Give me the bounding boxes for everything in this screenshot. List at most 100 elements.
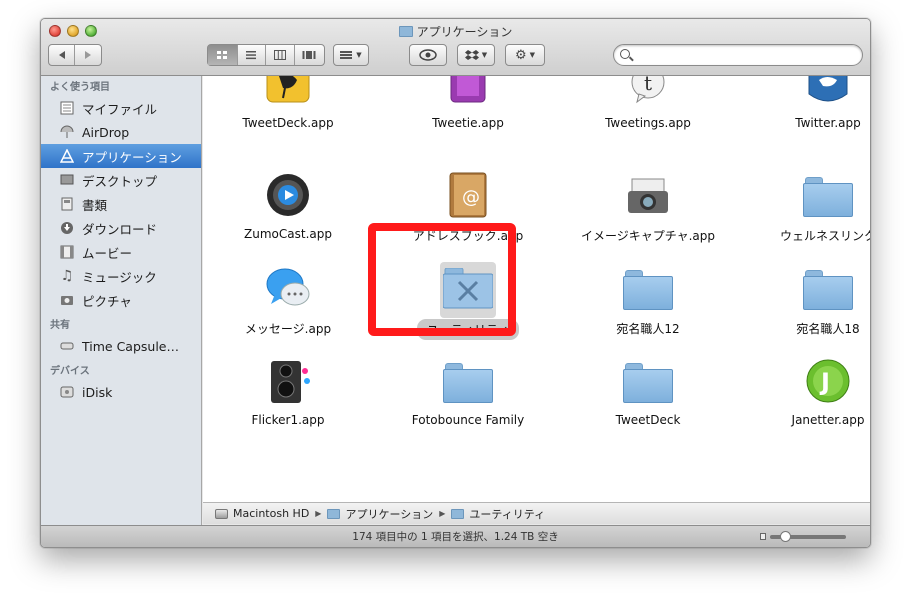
eye-icon <box>419 49 437 61</box>
file-item[interactable]: Twitter.app <box>743 76 870 166</box>
file-label: TweetDeck <box>615 413 681 427</box>
path-segment[interactable]: ユーティリティ <box>451 506 545 522</box>
sidebar-section-header: デバイス <box>50 366 90 377</box>
sidebar-item-label: マイファイル <box>82 101 158 117</box>
sidebar-item-label: ムービー <box>82 245 133 261</box>
dropbox-icon <box>464 50 479 60</box>
sidebar-item-airdrop[interactable]: AirDrop <box>41 120 201 144</box>
file-item[interactable]: 宛名職人18 <box>743 264 870 354</box>
arrange-button[interactable]: ▼ <box>333 44 369 66</box>
search-input[interactable] <box>636 47 856 63</box>
file-item[interactable]: Fotobounce Family <box>383 357 553 447</box>
sidebar-section-header: 共有 <box>50 320 70 331</box>
path-segment-label: ユーティリティ <box>469 507 546 521</box>
icon-size-slider[interactable] <box>760 531 846 542</box>
twitter-app-icon <box>805 76 851 109</box>
sidebar-item-label: ミュージック <box>82 269 157 285</box>
dropbox-button[interactable]: ▼ <box>457 44 495 66</box>
time-capsule-icon <box>59 338 75 354</box>
file-item[interactable]: イメージキャプチャ.app <box>563 171 733 261</box>
folder-icon <box>451 508 465 519</box>
movies-icon <box>59 244 75 260</box>
file-item[interactable]: TweetDeck <box>563 357 733 447</box>
applications-icon <box>59 148 75 164</box>
arrange-icon <box>340 51 353 59</box>
sidebar-item-label: iDisk <box>82 384 113 400</box>
file-label: TweetDeck.app <box>242 116 334 130</box>
sidebar-item-applications[interactable]: アプリケーション <box>41 144 201 168</box>
file-item[interactable]: ZumoCast.app <box>203 171 373 261</box>
downloads-icon <box>59 220 75 236</box>
forward-button[interactable] <box>75 45 101 65</box>
sidebar-item-my-files[interactable]: マイファイル <box>41 96 201 120</box>
file-item[interactable]: 宛名職人12 <box>563 264 733 354</box>
file-label: Fotobounce Family <box>411 413 525 427</box>
file-item[interactable]: Tweetie.app <box>383 76 553 166</box>
file-label: Tweetings.app <box>605 116 691 130</box>
search-field[interactable] <box>613 44 863 66</box>
column-view-icon <box>273 50 286 60</box>
path-segment[interactable]: アプリケーション <box>327 506 433 522</box>
file-item[interactable]: メッセージ.app <box>203 264 373 354</box>
sidebar-item-label: AirDrop <box>82 124 130 140</box>
sidebar-item-label: Time Capsule… <box>82 338 179 354</box>
sidebar-item-label: アプリケーション <box>82 149 182 165</box>
chevron-down-icon: ▼ <box>356 51 362 59</box>
coverflow-view-button[interactable] <box>295 45 324 65</box>
pictures-icon <box>59 292 75 308</box>
folder-icon <box>443 363 493 403</box>
sidebar-item-label: ダウンロード <box>82 221 158 237</box>
music-icon: ♫ <box>60 268 74 284</box>
back-arrow-icon <box>58 51 65 59</box>
airdrop-icon <box>59 124 75 140</box>
path-segment[interactable]: Macintosh HD <box>215 507 309 520</box>
sidebar-item-label: ピクチャ <box>82 293 132 309</box>
file-item[interactable]: t Tweetings.app <box>563 76 733 166</box>
file-item[interactable]: Flicker1.app <box>203 357 373 447</box>
sidebar-item-pictures[interactable]: ピクチャ <box>41 288 201 312</box>
quicklook-button[interactable] <box>409 44 447 66</box>
file-item[interactable]: J Janetter.app <box>743 357 870 447</box>
search-icon <box>620 49 630 59</box>
file-grid: TweetDeck.app Tweetie.app t Tweetings.ap… <box>203 76 871 502</box>
sidebar-item-documents[interactable]: 書類 <box>41 192 201 216</box>
file-item[interactable]: TweetDeck.app <box>203 76 373 166</box>
sidebar-item-desktop[interactable]: デスクトップ <box>41 168 201 192</box>
zumocast-app-icon <box>264 171 312 222</box>
file-label: 宛名職人18 <box>796 322 860 336</box>
list-view-button[interactable] <box>238 45 267 65</box>
sidebar-item-idisk[interactable]: iDisk <box>41 380 201 404</box>
icon-view-icon <box>217 51 228 59</box>
folder-icon <box>327 508 341 519</box>
path-separator-icon: ▶ <box>439 509 446 518</box>
window-title-text: アプリケーション <box>416 25 513 39</box>
forward-arrow-icon <box>85 51 91 59</box>
sidebar-item-movies[interactable]: ムービー <box>41 240 201 264</box>
back-button[interactable] <box>49 45 76 65</box>
chevron-down-icon: ▼ <box>481 51 488 59</box>
file-label: Tweetie.app <box>432 116 504 130</box>
svg-text:J: J <box>819 368 830 396</box>
folder-icon <box>623 363 673 403</box>
sidebar-item-label: デスクトップ <box>82 173 158 189</box>
sidebar-item-time-capsule[interactable]: Time Capsule… <box>41 334 201 358</box>
gear-icon: ⚙ <box>514 47 527 63</box>
folder-icon <box>623 270 673 310</box>
file-label: Twitter.app <box>795 116 861 130</box>
file-label: ウェルネスリンク <box>779 229 871 243</box>
column-view-button[interactable] <box>266 45 295 65</box>
file-label: Flicker1.app <box>251 413 325 427</box>
slider-knob[interactable] <box>780 531 791 542</box>
sidebar-section-header: よく使う項目 <box>50 82 110 93</box>
window-title: アプリケーション <box>41 23 870 40</box>
file-item[interactable]: ウェルネスリンク <box>743 171 871 261</box>
sidebar-item-music[interactable]: ♫ ミュージック <box>41 264 201 288</box>
svg-text:t: t <box>644 76 652 95</box>
file-label: メッセージ.app <box>244 322 332 336</box>
action-button[interactable]: ⚙ ▼ <box>505 44 545 66</box>
sidebar-item-label: 書類 <box>82 197 108 213</box>
sidebar-item-downloads[interactable]: ダウンロード <box>41 216 201 240</box>
toolbar: アプリケーション ▼ ▼ ⚙ ▼ <box>41 19 870 76</box>
icon-view-button[interactable] <box>208 45 238 65</box>
documents-icon <box>59 196 75 212</box>
